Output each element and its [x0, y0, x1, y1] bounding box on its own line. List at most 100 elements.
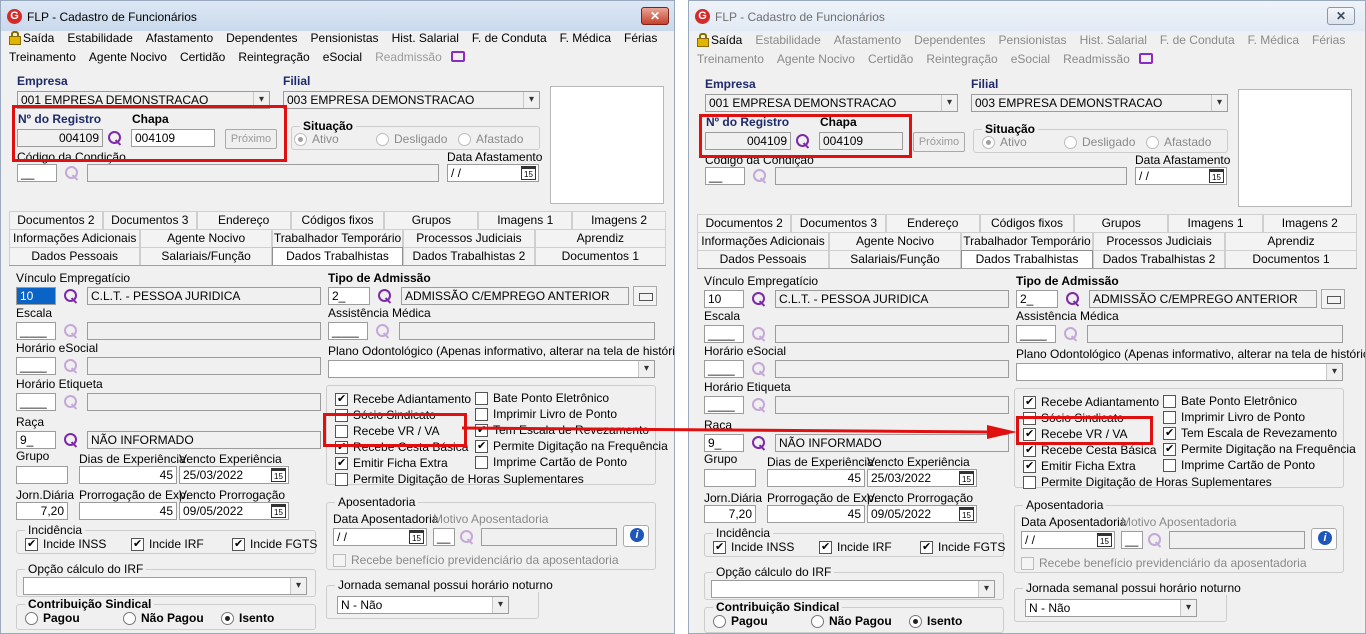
tab-imagens-1[interactable]: Imagens 1: [1168, 214, 1263, 232]
menu-dependentes[interactable]: Dependentes: [226, 31, 297, 45]
assistencia-code[interactable]: ____: [328, 322, 368, 340]
card-icon-button[interactable]: [1321, 289, 1345, 309]
menu-f-medica[interactable]: F. Médica: [1248, 33, 1299, 47]
desligado-radio[interactable]: [376, 133, 389, 146]
menu-reintegracao[interactable]: Reintegração: [926, 52, 997, 66]
tab-processos-judiciais[interactable]: Processos Judiciais: [1093, 232, 1225, 250]
search-registro-icon[interactable]: [107, 130, 123, 146]
horario-esocial-code[interactable]: ____: [704, 360, 744, 378]
nao-pagou-radio[interactable]: [123, 612, 136, 625]
monitor-icon[interactable]: [450, 51, 465, 62]
filial-combo[interactable]: 003 EMPRESA DEMONSTRACAO: [283, 91, 540, 109]
calendar-icon[interactable]: 15: [1209, 169, 1224, 183]
search-motivo-icon[interactable]: [1147, 532, 1163, 548]
search-registro-icon[interactable]: [795, 133, 811, 149]
tab-documentos-1[interactable]: Documentos 1: [534, 247, 667, 265]
tab-agente-nocivo[interactable]: Agente Nocivo: [829, 232, 961, 250]
registro-field[interactable]: 004109: [705, 132, 791, 150]
tab-dados-pessoais[interactable]: Dados Pessoais: [697, 250, 829, 268]
digitacao-frequencia-checkbox[interactable]: [475, 439, 488, 453]
info-icon[interactable]: [623, 525, 649, 547]
imprime-cartao-checkbox[interactable]: [1163, 459, 1176, 472]
desligado-radio[interactable]: [1064, 136, 1077, 149]
tab-endereco[interactable]: Endereço: [885, 214, 980, 232]
recebe-cesta-checkbox[interactable]: [335, 440, 348, 454]
prorrogacao-field[interactable]: 45: [79, 502, 177, 520]
calendar-experiencia-icon[interactable]: 15: [271, 468, 286, 482]
grupo-field[interactable]: [704, 469, 756, 487]
imprime-cartao-checkbox[interactable]: [475, 456, 488, 469]
ativo-radio[interactable]: [982, 136, 995, 149]
pagou-radio[interactable]: [713, 615, 726, 628]
menu-f-conduta[interactable]: F. de Conduta: [472, 31, 547, 45]
tab-documentos-3[interactable]: Documentos 3: [791, 214, 886, 232]
tab-imagens-2[interactable]: Imagens 2: [572, 211, 667, 229]
proximo-button[interactable]: Próximo: [913, 132, 965, 152]
plano-odonto-combo[interactable]: [328, 360, 655, 378]
escala-revezamento-checkbox[interactable]: [475, 423, 488, 437]
menu-readmissao[interactable]: Readmissão: [1063, 52, 1130, 66]
imprimir-livro-checkbox[interactable]: [475, 408, 488, 421]
menu-readmissao[interactable]: Readmissão: [375, 50, 442, 64]
plano-odonto-combo[interactable]: [1016, 363, 1343, 381]
vinculo-code[interactable]: 10: [704, 290, 744, 308]
search-assistencia-icon[interactable]: [375, 323, 391, 339]
tab-informacoes-adicionais[interactable]: Informações Adicionais: [697, 232, 829, 250]
isento-radio[interactable]: [909, 615, 922, 628]
escala-code[interactable]: ____: [16, 322, 56, 340]
tab-dados-trabalhistas-2[interactable]: Dados Trabalhistas 2: [1093, 250, 1225, 268]
menu-certidao[interactable]: Certidão: [868, 52, 913, 66]
calendar-aposentadoria-icon[interactable]: 15: [1097, 533, 1112, 547]
menu-pensionistas[interactable]: Pensionistas: [999, 33, 1067, 47]
tab-grupos[interactable]: Grupos: [1074, 214, 1169, 232]
tab-trabalhador-temporario[interactable]: Trabalhador Temporário: [271, 229, 404, 247]
calendar-icon[interactable]: 15: [521, 166, 536, 180]
empresa-combo[interactable]: 001 EMPRESA DEMONSTRACAO: [17, 91, 270, 109]
vinculo-code[interactable]: 10: [16, 287, 56, 305]
registro-field[interactable]: 004109: [17, 129, 103, 147]
tab-salariais-funcao[interactable]: Salariais/Função: [140, 247, 272, 265]
calendar-prorrogacao-icon[interactable]: 15: [959, 507, 974, 521]
search-motivo-icon[interactable]: [459, 529, 475, 545]
tab-informacoes-adicionais[interactable]: Informações Adicionais: [9, 229, 141, 247]
menu-esocial[interactable]: eSocial: [323, 50, 362, 64]
horas-suplementares-checkbox[interactable]: [1023, 476, 1036, 489]
tab-dados-trabalhistas[interactable]: Dados Trabalhistas: [271, 247, 404, 265]
emitir-ficha-checkbox[interactable]: [1023, 459, 1036, 473]
menu-ferias[interactable]: Férias: [1312, 33, 1345, 47]
monitor-icon[interactable]: [1138, 53, 1153, 64]
info-icon[interactable]: [1311, 528, 1337, 550]
tab-documentos-2[interactable]: Documentos 2: [697, 214, 792, 232]
ativo-radio[interactable]: [294, 133, 307, 146]
motivo-code[interactable]: __: [1121, 531, 1143, 549]
opcao-irf-combo[interactable]: [711, 580, 995, 598]
search-escala-icon[interactable]: [751, 326, 767, 342]
jorn-diaria-field[interactable]: 7,20: [16, 502, 68, 520]
jornada-combo[interactable]: N - Não: [337, 596, 509, 614]
prorrogacao-field[interactable]: 45: [767, 505, 865, 523]
menu-saida[interactable]: Saída: [9, 31, 54, 45]
close-button[interactable]: ✕: [641, 7, 669, 25]
tab-codigos-fixos[interactable]: Códigos fixos: [290, 211, 385, 229]
search-assistencia-icon[interactable]: [1063, 326, 1079, 342]
emitir-ficha-checkbox[interactable]: [335, 456, 348, 470]
tipo-admissao-code[interactable]: 2_: [1016, 290, 1058, 308]
dias-experiencia-field[interactable]: 45: [79, 466, 177, 484]
empresa-combo[interactable]: 001 EMPRESA DEMONSTRACAO: [705, 94, 958, 112]
incide-fgts-checkbox[interactable]: [920, 540, 933, 554]
raca-code[interactable]: 9_: [16, 431, 56, 449]
recebe-adiantamento-checkbox[interactable]: [335, 392, 348, 406]
tab-endereco[interactable]: Endereço: [196, 211, 291, 229]
tab-dados-trabalhistas[interactable]: Dados Trabalhistas: [961, 250, 1093, 268]
jorn-diaria-field[interactable]: 7,20: [704, 505, 756, 523]
recebe-cesta-checkbox[interactable]: [1023, 443, 1036, 457]
recebe-beneficio-checkbox[interactable]: [333, 554, 346, 567]
dias-experiencia-field[interactable]: 45: [767, 469, 865, 487]
search-horario-esocial-icon[interactable]: [751, 361, 767, 377]
jornada-combo[interactable]: N - Não: [1025, 599, 1197, 617]
tab-salariais-funcao[interactable]: Salariais/Função: [829, 250, 961, 268]
menu-treinamento[interactable]: Treinamento: [697, 52, 764, 66]
horas-suplementares-checkbox[interactable]: [335, 473, 348, 486]
escala-revezamento-checkbox[interactable]: [1163, 426, 1176, 440]
nao-pagou-radio[interactable]: [811, 615, 824, 628]
